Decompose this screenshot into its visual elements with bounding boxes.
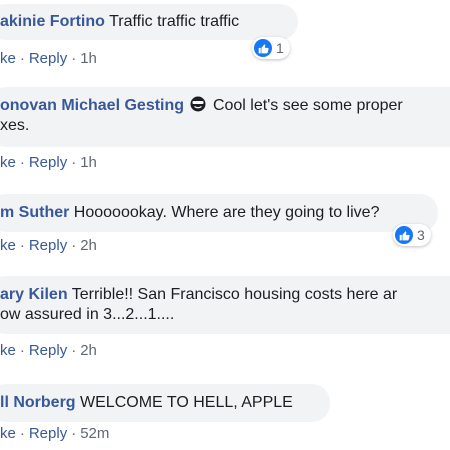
comment-feed: akinie Fortino Traffic traffic traffic 1…: [0, 0, 450, 450]
comment-text: Cool let's see some proper: [212, 97, 403, 114]
separator-dot: ·: [71, 154, 77, 171]
separator-dot: ·: [71, 50, 77, 67]
comment-text-continued: ow assured in 3...2...1....: [0, 306, 175, 323]
reaction-count[interactable]: 3: [393, 224, 431, 246]
comment-text: Traffic traffic traffic: [109, 13, 240, 30]
like-icon: [395, 226, 413, 244]
comment-bubble: m Suther Hooooookay. Where are they goin…: [0, 194, 438, 232]
comment-author[interactable]: akinie Fortino: [0, 13, 105, 30]
comment-author[interactable]: onovan Michael Gesting: [0, 97, 184, 114]
separator-dot: ·: [19, 154, 25, 171]
comment-timestamp[interactable]: 52m: [80, 425, 109, 442]
comment-bubble: akinie Fortino Traffic traffic traffic: [0, 4, 298, 40]
comment-actions: ke · Reply · 1h: [0, 154, 97, 171]
like-icon: [254, 39, 272, 57]
comment-actions: ke · Reply · 2h: [0, 237, 97, 254]
comment-text: WELCOME TO HELL, APPLE: [80, 394, 293, 411]
separator-dot: ·: [71, 425, 77, 442]
reply-link[interactable]: Reply: [29, 425, 67, 442]
reply-link[interactable]: Reply: [29, 237, 67, 254]
comment-timestamp[interactable]: 2h: [80, 342, 97, 359]
like-link[interactable]: ke: [0, 425, 16, 442]
comment-author[interactable]: ll Norberg: [0, 394, 76, 411]
comment-author[interactable]: ary Kilen: [0, 286, 68, 303]
reply-link[interactable]: Reply: [29, 50, 67, 67]
reaction-number: 3: [417, 227, 425, 243]
comment-author[interactable]: m Suther: [0, 204, 69, 221]
comment-timestamp[interactable]: 1h: [80, 50, 97, 67]
like-link[interactable]: ke: [0, 237, 16, 254]
separator-dot: ·: [19, 425, 25, 442]
comment-actions: ke · Reply · 1h: [0, 50, 97, 67]
comment-timestamp[interactable]: 2h: [80, 237, 97, 254]
separator-dot: ·: [71, 342, 77, 359]
comment-text: Hooooookay. Where are they going to live…: [73, 204, 380, 221]
separator-dot: ·: [19, 50, 25, 67]
sunglasses-emoji-icon: [190, 96, 206, 112]
like-link[interactable]: ke: [0, 50, 16, 67]
reply-link[interactable]: Reply: [29, 342, 67, 359]
comment-bubble: ll Norberg WELCOME TO HELL, APPLE: [0, 384, 330, 422]
comment-text-continued: xes.: [0, 117, 30, 134]
reply-link[interactable]: Reply: [29, 154, 67, 171]
comment-bubble: ary Kilen Terrible!! San Francisco housi…: [0, 276, 450, 334]
comment-timestamp[interactable]: 1h: [80, 154, 97, 171]
like-link[interactable]: ke: [0, 154, 16, 171]
separator-dot: ·: [19, 237, 25, 254]
separator-dot: ·: [71, 237, 77, 254]
comment-text: Terrible!! San Francisco housing costs h…: [71, 286, 398, 303]
reaction-number: 1: [276, 40, 284, 56]
separator-dot: ·: [19, 342, 25, 359]
comment-actions: ke · Reply · 2h: [0, 342, 97, 359]
comment-actions: ke · Reply · 52m: [0, 425, 109, 442]
comment-bubble: onovan Michael Gesting Cool let's see so…: [0, 87, 450, 147]
reaction-count[interactable]: 1: [252, 37, 290, 59]
like-link[interactable]: ke: [0, 342, 16, 359]
